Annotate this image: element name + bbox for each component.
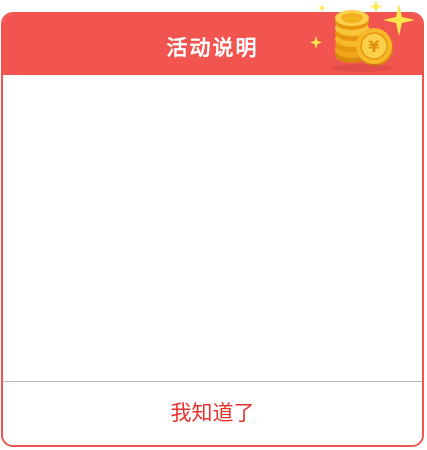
- svg-text:¥: ¥: [368, 37, 379, 56]
- gold-coins-icon: ¥: [310, 0, 415, 72]
- dialog-content: [3, 75, 422, 381]
- got-it-button[interactable]: 我知道了: [3, 382, 422, 445]
